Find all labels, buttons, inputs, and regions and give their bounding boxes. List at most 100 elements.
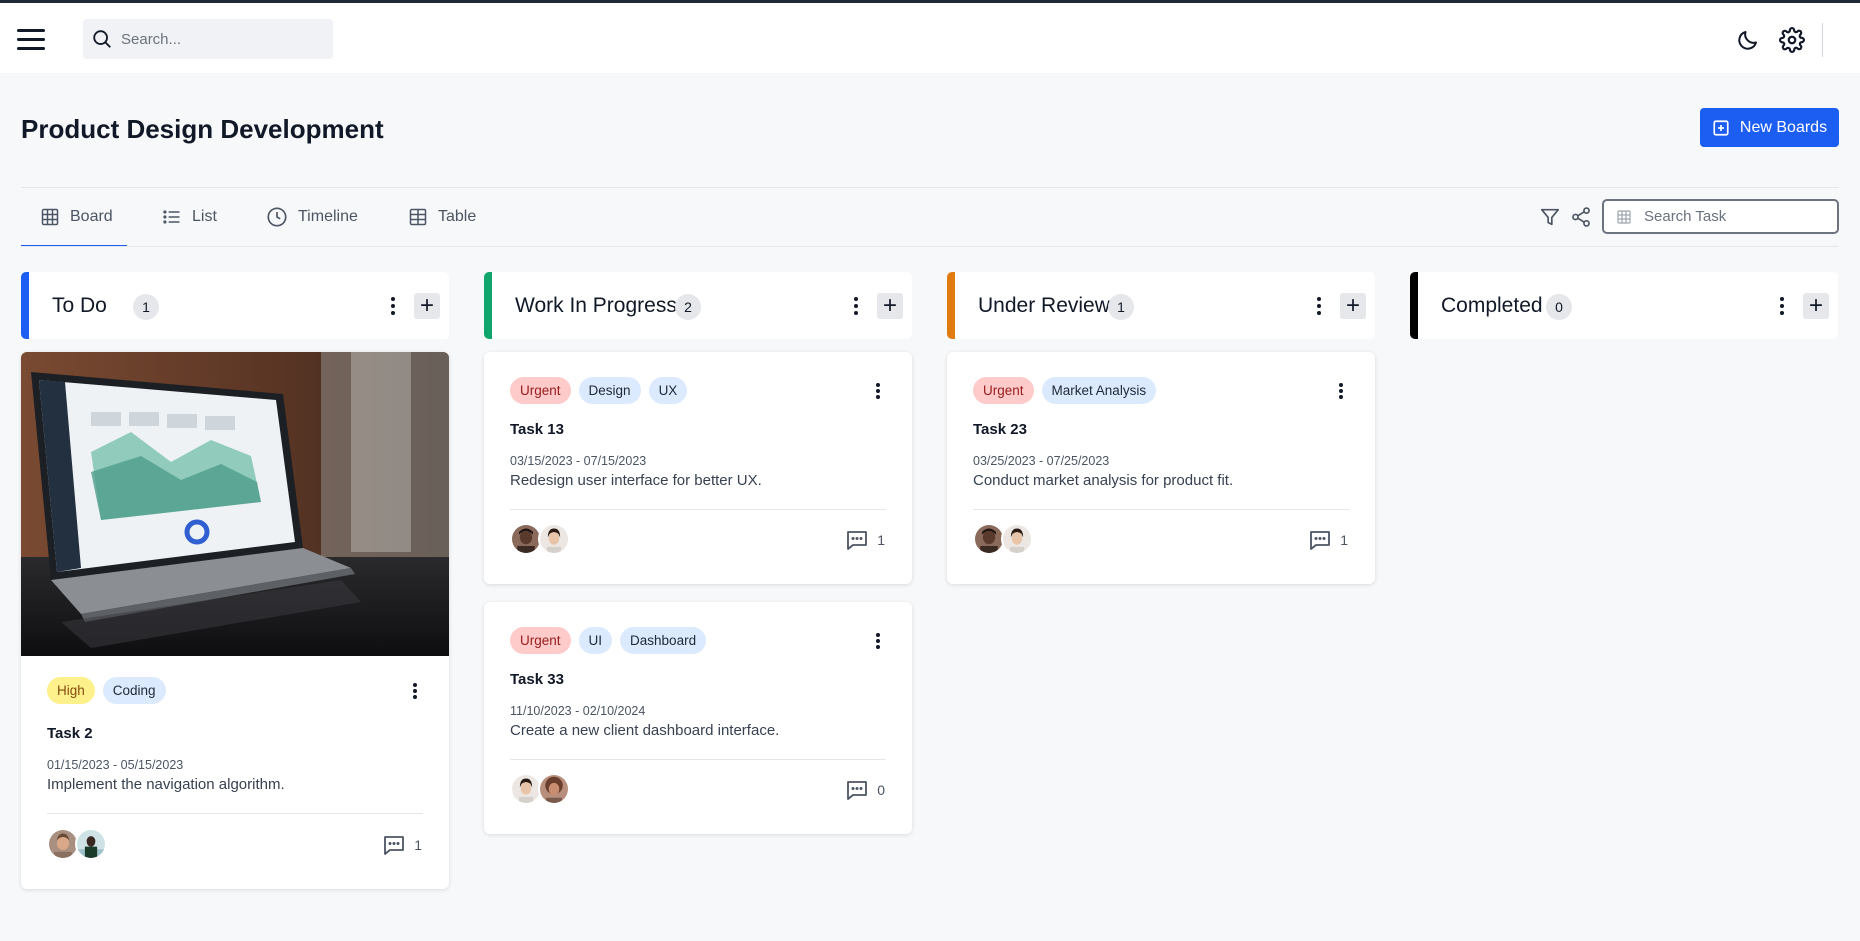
assignee-avatars [47,828,107,860]
global-search[interactable] [83,19,333,59]
tag-list: High Coding [47,677,166,704]
task-search[interactable] [1602,199,1839,234]
avatar[interactable] [538,523,570,555]
tag-badge: Urgent [510,627,571,654]
divider [510,759,886,760]
moon-icon [1738,31,1757,50]
task-card[interactable]: Urgent UI Dashboard Task 33 11/10/2023 -… [484,602,912,834]
filter-button[interactable] [1537,204,1563,230]
dark-mode-toggle[interactable] [1734,26,1762,54]
comment-icon [847,781,868,800]
column-menu-icon[interactable] [1774,292,1790,320]
column-title: Work In Progress [515,294,677,317]
comments-button[interactable]: 1 [845,528,885,552]
add-task-button[interactable]: + [414,293,440,319]
task-name: Task 2 [47,725,93,742]
divider [510,509,886,510]
table-icon [409,208,427,226]
tag-badge: High [47,677,95,704]
add-task-button[interactable]: + [877,293,903,319]
tab-board[interactable]: Board [40,203,113,231]
tag-badge: Market Analysis [1041,377,1157,404]
add-task-button[interactable]: + [1803,293,1829,319]
task-name: Task 33 [510,671,564,688]
column-menu-icon[interactable] [848,292,864,320]
task-card[interactable]: High Coding Task 2 01/15/2023 - 05/15/20… [21,352,449,889]
filter-icon [1540,208,1560,226]
menu-icon[interactable] [17,29,45,51]
add-task-button[interactable]: + [1340,293,1366,319]
task-description: Redesign user interface for better UX. [510,472,762,489]
column-color-bar [21,272,29,339]
avatar[interactable] [75,828,107,860]
comment-icon [847,531,868,550]
divider [1822,23,1823,57]
column-color-bar [947,272,955,339]
tag-badge: Urgent [973,377,1034,404]
column-color-bar [484,272,492,339]
column-menu-icon[interactable] [385,292,401,320]
task-description: Conduct market analysis for product fit. [973,472,1234,489]
tag-badge: Urgent [510,377,571,404]
divider [47,813,423,814]
task-name: Task 13 [510,421,564,438]
comments-button[interactable]: 0 [845,778,885,802]
column-header-completed: Completed 0 + [1410,272,1838,339]
gear-icon [1779,27,1805,53]
column-header-todo: To Do 1 + [21,272,449,339]
search-icon [93,30,111,48]
share-icon [1572,207,1590,227]
tab-list[interactable]: List [162,203,217,231]
tab-label: Board [70,208,113,225]
comment-count: 1 [414,837,422,853]
task-name: Task 23 [973,421,1027,438]
task-card[interactable]: Urgent Market Analysis Task 23 03/25/202… [947,352,1375,584]
avatar[interactable] [538,773,570,805]
divider [21,246,1839,247]
tag-badge: UI [578,627,613,654]
column-title: Under Review [978,294,1110,317]
card-menu-icon[interactable] [1336,381,1346,401]
tag-badge: Dashboard [620,627,707,654]
card-menu-icon[interactable] [873,381,883,401]
settings-button[interactable] [1778,26,1806,54]
task-card[interactable]: Urgent Design UX Task 13 03/15/2023 - 07… [484,352,912,584]
assignee-avatars [510,773,570,805]
divider [21,187,1839,188]
card-menu-icon[interactable] [410,681,420,701]
comment-count: 0 [877,782,885,798]
comment-count: 1 [877,532,885,548]
comment-icon [1310,531,1331,550]
column-color-bar [1410,272,1418,339]
column-header-wip: Work In Progress 2 + [484,272,912,339]
task-dates: 11/10/2023 - 02/10/2024 [510,704,646,718]
card-menu-icon[interactable] [873,631,883,651]
column-title: Completed [1441,294,1543,317]
comment-count: 1 [1340,532,1348,548]
comment-icon [384,836,405,855]
task-dates: 03/15/2023 - 07/15/2023 [510,454,647,468]
column-count-badge: 2 [675,294,701,320]
tag-list: Urgent UI Dashboard [510,627,707,654]
tab-table[interactable]: Table [408,203,476,231]
tag-badge: UX [648,377,688,404]
page-title: Product Design Development [21,114,384,144]
share-button[interactable] [1568,204,1594,230]
task-search-input[interactable] [1644,208,1824,225]
avatar[interactable] [1001,523,1033,555]
task-dates: 01/15/2023 - 05/15/2023 [47,758,184,772]
task-dates: 03/25/2023 - 07/25/2023 [973,454,1110,468]
comments-button[interactable]: 1 [1308,528,1348,552]
grid-icon [41,208,59,226]
tab-label: Timeline [298,208,358,225]
new-boards-label: New Boards [1739,118,1828,136]
comments-button[interactable]: 1 [382,833,422,857]
tab-timeline[interactable]: Timeline [266,203,358,231]
column-title: To Do [52,294,107,317]
task-description: Implement the navigation algorithm. [47,776,285,793]
new-boards-button[interactable]: New Boards [1700,108,1839,147]
search-input[interactable] [121,30,321,48]
assignee-avatars [510,523,570,555]
clock-icon [267,207,287,227]
column-menu-icon[interactable] [1311,292,1327,320]
